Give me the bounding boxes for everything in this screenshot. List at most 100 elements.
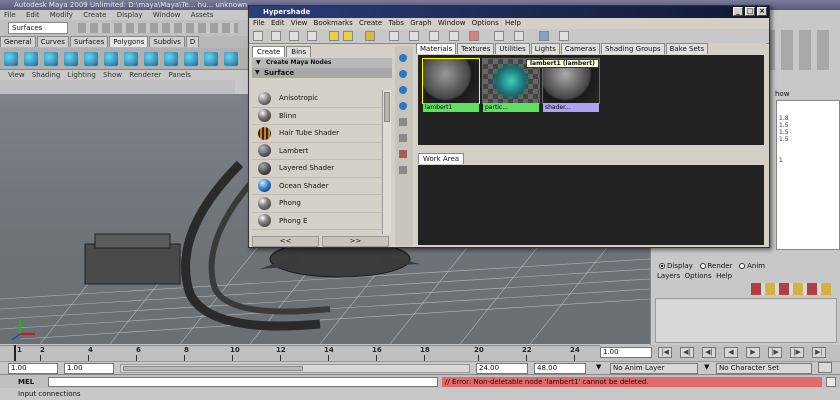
blue-sphere-icon[interactable]	[399, 102, 407, 110]
shader-anisotropic[interactable]: Anisotropic	[252, 90, 382, 108]
graph-down-icon[interactable]	[429, 31, 439, 41]
close-button[interactable]: ×	[757, 7, 767, 16]
play-backward-icon[interactable]: ◀	[724, 347, 738, 358]
surface-category-header[interactable]: ▼ Surface	[252, 68, 392, 78]
status-line-icons[interactable]	[78, 23, 238, 33]
work-area-tab[interactable]: Work Area	[418, 153, 465, 164]
anim-layer-select[interactable]: No Anim Layer	[610, 363, 698, 374]
show-menu[interactable]: how	[775, 90, 789, 98]
tab-create[interactable]: Create	[252, 46, 286, 57]
layout-3-icon[interactable]	[307, 31, 317, 41]
hs-menu-file[interactable]: File	[253, 19, 265, 27]
tab-textures[interactable]: Textures	[457, 43, 495, 54]
current-time-field[interactable]: 1.00	[600, 347, 652, 358]
menu-set-select[interactable]: Surfaces	[8, 22, 68, 34]
step-forward-icon[interactable]: |▶	[768, 347, 782, 358]
folder-icon[interactable]	[365, 31, 375, 41]
panel-menu-view[interactable]: View	[8, 71, 25, 79]
layer-menu-layers[interactable]: Layers	[657, 272, 680, 280]
mel-label[interactable]: MEL	[18, 378, 34, 386]
key-icon[interactable]	[818, 362, 832, 373]
current-time-marker[interactable]	[14, 345, 16, 361]
minimize-button[interactable]: _	[733, 7, 743, 16]
shelf-tab-more[interactable]: D	[185, 36, 200, 47]
range-slider[interactable]	[120, 364, 470, 373]
anim-layer-dropdown-icon[interactable]: ▼	[596, 363, 601, 371]
blue-sphere-icon[interactable]	[399, 54, 407, 62]
graph-node-icon[interactable]	[399, 166, 407, 174]
render-icon[interactable]	[539, 31, 549, 41]
character-set-dropdown-icon[interactable]: ▼	[704, 363, 709, 371]
shader-hair-tube[interactable]: Hair Tube Shader	[252, 125, 382, 143]
menu-edit[interactable]: Edit	[26, 11, 40, 19]
end-time-field[interactable]: 48.00	[534, 363, 586, 374]
character-set-select[interactable]: No Character Set	[716, 363, 812, 374]
shader-list-scrollbar[interactable]	[382, 90, 391, 234]
layout-icon[interactable]	[271, 31, 281, 41]
nav-next-button[interactable]: >>	[322, 236, 389, 247]
menu-create[interactable]: Create	[83, 11, 106, 19]
blue-sphere-icon[interactable]	[399, 70, 407, 78]
work-area[interactable]	[418, 165, 764, 245]
poly-torus-icon[interactable]	[104, 52, 118, 66]
nav-prev-button[interactable]: <<	[252, 236, 319, 247]
radio-display[interactable]: Display	[659, 262, 693, 270]
tab-utilities[interactable]: Utilities	[495, 43, 530, 54]
shader-phong[interactable]: Phong	[252, 195, 382, 213]
rearrange-icon[interactable]	[494, 31, 504, 41]
blue-sphere-icon[interactable]	[399, 86, 407, 94]
script-editor-icon[interactable]	[826, 377, 836, 387]
graph-icon[interactable]	[389, 31, 399, 41]
poly-cylinder-icon[interactable]	[44, 52, 58, 66]
poly-pipe-icon[interactable]	[164, 52, 178, 66]
hs-menu-options[interactable]: Options	[472, 19, 499, 27]
tab-bins[interactable]: Bins	[286, 46, 312, 57]
shelf-tab-subdivs[interactable]: Subdivs	[149, 36, 185, 47]
panel-menu-panels[interactable]: Panels	[168, 71, 191, 79]
tab-lights[interactable]: Lights	[530, 43, 560, 54]
step-forward-key-icon[interactable]: |▶	[790, 347, 804, 358]
time-slider[interactable]: 1 2 4 6 8 10 12 14 16 18 20 22 24	[0, 345, 600, 361]
poly-helix-icon[interactable]	[184, 52, 198, 66]
swatch-size-icon[interactable]	[514, 31, 524, 41]
poly-plane-icon[interactable]	[84, 52, 98, 66]
hypershade-window[interactable]: Hypershade _ □ × File Edit View Bookmark…	[248, 5, 770, 248]
step-back-key-icon[interactable]: ◀|	[680, 347, 694, 358]
play-forward-icon[interactable]: ▶	[746, 347, 760, 358]
hs-menu-graph[interactable]: Graph	[410, 19, 431, 27]
shelf-tab-curves[interactable]: Curves	[36, 36, 69, 47]
viewport-toolbar[interactable]	[0, 80, 235, 94]
menu-modify[interactable]: Modify	[50, 11, 73, 19]
range-slider-handle[interactable]	[123, 366, 303, 371]
panel-menu-show[interactable]: Show	[103, 71, 122, 79]
poly-prism-icon[interactable]	[124, 52, 138, 66]
graph-node-icon[interactable]	[399, 118, 407, 126]
graph-node-icon[interactable]	[399, 150, 407, 158]
poly-platonic-icon[interactable]	[224, 52, 238, 66]
hs-menu-help[interactable]: Help	[505, 19, 521, 27]
toggle-create-bar-icon[interactable]	[253, 31, 263, 41]
create-maya-nodes-header[interactable]: ▼ Create Maya Nodes	[252, 58, 392, 68]
maximize-button[interactable]: □	[745, 7, 755, 16]
shader-lambert[interactable]: Lambert	[252, 143, 382, 160]
hs-menu-bookmarks[interactable]: Bookmarks	[314, 19, 353, 27]
poly-cone-icon[interactable]	[64, 52, 78, 66]
layer-buttons[interactable]	[751, 283, 831, 295]
go-end-icon[interactable]: ▶|	[812, 347, 826, 358]
shelf-tab-polygons[interactable]: Polygons	[109, 36, 149, 47]
hs-menu-edit[interactable]: Edit	[271, 19, 285, 27]
clear-graph-icon[interactable]	[469, 31, 479, 41]
shader-blinn[interactable]: Blinn	[252, 108, 382, 125]
arrow-left-icon[interactable]	[329, 31, 339, 41]
mel-input[interactable]	[48, 377, 438, 387]
arrow-right-icon[interactable]	[343, 31, 353, 41]
shader-ocean[interactable]: Ocean Shader	[252, 178, 382, 195]
step-back-icon[interactable]: ◀|	[702, 347, 716, 358]
materials-area[interactable]: lambert1 partic... shader... lambert1 (l…	[418, 55, 764, 145]
menu-file[interactable]: File	[4, 11, 16, 19]
shelf-tab-surfaces[interactable]: Surfaces	[69, 36, 109, 47]
hypershade-title-bar[interactable]: Hypershade _ □ ×	[249, 6, 769, 18]
layer-menu-options[interactable]: Options	[685, 272, 712, 280]
shader-phong-e[interactable]: Phong E	[252, 213, 382, 230]
hs-menu-create[interactable]: Create	[359, 19, 382, 27]
